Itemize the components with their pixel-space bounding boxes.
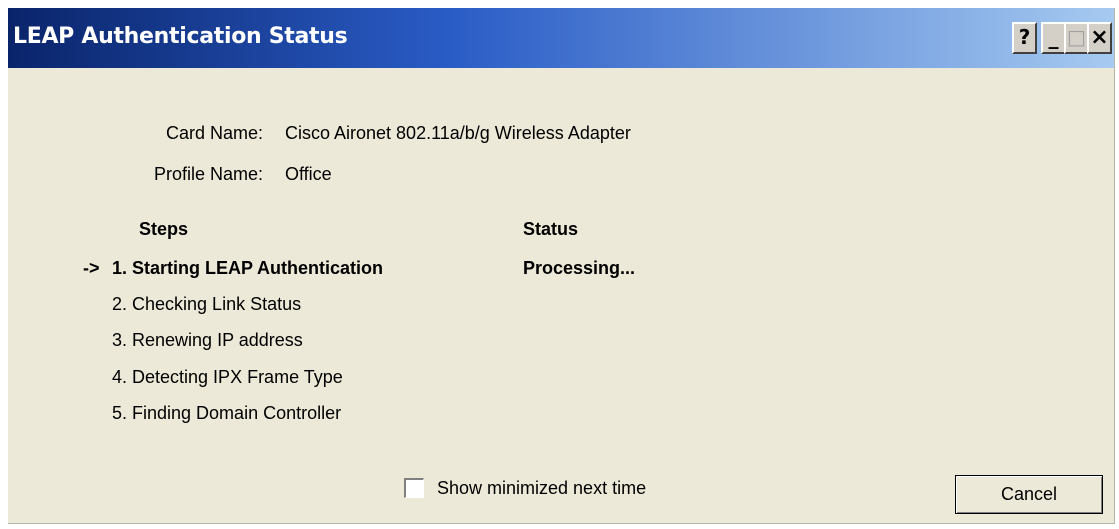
step-1: 1. Starting LEAP Authentication (112, 258, 384, 278)
close-button[interactable]: × (1087, 22, 1112, 54)
help-button[interactable]: ? (1012, 22, 1037, 54)
card-name-label: Card Name: (165, 123, 263, 143)
minimize-button[interactable]: _ (1041, 22, 1066, 54)
step-4: 4. Detecting IPX Frame Type (112, 367, 343, 387)
window-title: LEAP Authentication Status (13, 24, 348, 49)
profile-name-value: Office (285, 164, 332, 184)
title-bar[interactable]: LEAP Authentication Status ? _ □ × (8, 8, 1114, 68)
show-minimized-label[interactable]: Show minimized next time (437, 478, 646, 499)
maximize-button[interactable]: □ (1064, 22, 1089, 54)
current-step-arrow: -> (83, 258, 100, 278)
step-3: 3. Renewing IP address (112, 330, 303, 350)
show-minimized-checkbox[interactable] (404, 478, 424, 498)
leap-status-dialog: LEAP Authentication Status ? _ □ × Card … (8, 8, 1115, 524)
step-5: 5. Finding Domain Controller (112, 403, 342, 423)
step-2: 2. Checking Link Status (112, 294, 302, 314)
cancel-button[interactable]: Cancel (955, 475, 1103, 514)
steps-header: Steps (139, 219, 189, 239)
status-header: Status (523, 219, 579, 239)
step-1-status: Processing... (523, 258, 636, 278)
card-name-value: Cisco Aironet 802.11a/b/g Wireless Adapt… (285, 123, 631, 143)
profile-name-label: Profile Name: (153, 164, 263, 184)
